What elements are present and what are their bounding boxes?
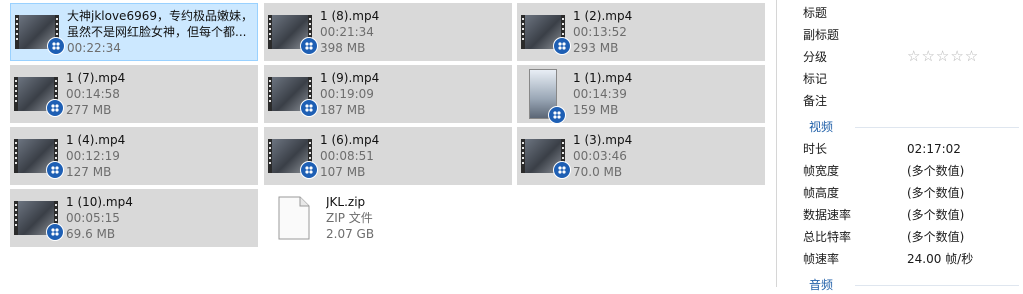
file-name: 1 (3).mp4 bbox=[573, 133, 633, 147]
file-name: 1 (8).mp4 bbox=[320, 9, 380, 23]
file-size: 187 MB bbox=[320, 103, 366, 117]
media-player-badge-icon bbox=[553, 161, 571, 179]
file-detail: 00:19:09 bbox=[320, 87, 374, 101]
file-name: 大神jklove6969，专约极品嫩妹， bbox=[67, 9, 253, 23]
file-tile[interactable]: 1 (7).mp4 00:14:58 277 MB bbox=[10, 65, 258, 123]
title-label: 标题 bbox=[803, 6, 828, 20]
video-thumbnail-icon bbox=[529, 69, 566, 124]
video-thumbnail-icon bbox=[521, 139, 571, 179]
file-detail: ZIP 文件 bbox=[326, 211, 373, 225]
file-name-continued: 虽然不是网红脸女神，但每个都... bbox=[67, 25, 247, 39]
file-name: 1 (9).mp4 bbox=[320, 71, 380, 85]
file-grid: 大神jklove6969，专约极品嫩妹， 虽然不是网红脸女神，但每个都... 00:… bbox=[0, 0, 770, 287]
video-thumbnail-icon bbox=[14, 201, 64, 241]
file-detail: 00:03:46 bbox=[573, 149, 627, 163]
rating-stars[interactable]: ☆☆☆☆☆ bbox=[907, 47, 979, 65]
property-label: 数据速率 bbox=[803, 208, 852, 222]
file-size: 69.6 MB bbox=[66, 227, 116, 241]
zip-file-icon bbox=[278, 196, 310, 240]
comments-label: 备注 bbox=[803, 94, 828, 108]
media-player-badge-icon bbox=[300, 99, 318, 117]
audio-section-rule bbox=[855, 285, 1019, 286]
file-detail: 00:21:34 bbox=[320, 25, 374, 39]
property-value: 24.00 帧/秒 bbox=[907, 252, 974, 266]
audio-section-header: 音频 bbox=[809, 278, 834, 292]
media-player-badge-icon bbox=[46, 161, 64, 179]
media-player-badge-icon bbox=[300, 37, 318, 55]
file-size: 107 MB bbox=[320, 165, 366, 179]
tags-label: 标记 bbox=[803, 72, 828, 86]
property-value: (多个数值) bbox=[907, 164, 965, 178]
media-player-badge-icon bbox=[553, 37, 571, 55]
rating-label: 分级 bbox=[803, 50, 828, 64]
property-value: (多个数值) bbox=[907, 230, 965, 244]
file-detail: 00:22:34 bbox=[67, 41, 121, 55]
file-size: 293 MB bbox=[573, 41, 619, 55]
file-detail: 00:13:52 bbox=[573, 25, 627, 39]
file-name: 1 (1).mp4 bbox=[573, 71, 633, 85]
file-name: 1 (6).mp4 bbox=[320, 133, 380, 147]
video-section-header: 视频 bbox=[809, 120, 834, 134]
file-name: 1 (4).mp4 bbox=[66, 133, 126, 147]
video-thumbnail-icon bbox=[15, 15, 65, 55]
file-name: 1 (2).mp4 bbox=[573, 9, 633, 23]
file-name: JKL.zip bbox=[326, 195, 366, 209]
file-size: 70.0 MB bbox=[573, 165, 623, 179]
property-label: 时长 bbox=[803, 142, 828, 156]
file-tile[interactable]: 1 (3).mp4 00:03:46 70.0 MB bbox=[517, 127, 765, 185]
file-tile[interactable]: 1 (2).mp4 00:13:52 293 MB bbox=[517, 3, 765, 61]
media-player-badge-icon bbox=[548, 106, 566, 124]
video-thumbnail-icon bbox=[14, 77, 64, 117]
file-size: 277 MB bbox=[66, 103, 112, 117]
file-tile[interactable]: 大神jklove6969，专约极品嫩妹， 虽然不是网红脸女神，但每个都... 00:… bbox=[10, 3, 258, 61]
property-value: (多个数值) bbox=[907, 208, 965, 222]
media-player-badge-icon bbox=[300, 161, 318, 179]
property-label: 帧速率 bbox=[803, 252, 840, 266]
file-detail: 00:12:19 bbox=[66, 149, 120, 163]
media-player-badge-icon bbox=[47, 37, 65, 55]
property-label: 总比特率 bbox=[803, 230, 852, 244]
file-tile[interactable]: 1 (8).mp4 00:21:34 398 MB bbox=[264, 3, 512, 61]
file-tile[interactable]: 1 (6).mp4 00:08:51 107 MB bbox=[264, 127, 512, 185]
file-detail: 00:14:58 bbox=[66, 87, 120, 101]
video-thumbnail-icon bbox=[14, 139, 64, 179]
details-pane: 标题 副标题 分级 ☆☆☆☆☆ 标记 备注 视频 时长 02:17:02 帧宽度 (多… bbox=[777, 0, 1023, 292]
media-player-badge-icon bbox=[46, 223, 64, 241]
file-tile[interactable]: 1 (4).mp4 00:12:19 127 MB bbox=[10, 127, 258, 185]
file-tile[interactable]: 1 (1).mp4 00:14:39 159 MB bbox=[517, 65, 765, 124]
property-label: 帧高度 bbox=[803, 186, 840, 200]
file-name: 1 (10).mp4 bbox=[66, 195, 133, 209]
file-size: 398 MB bbox=[320, 41, 366, 55]
property-value: (多个数值) bbox=[907, 186, 965, 200]
video-thumbnail-icon bbox=[268, 77, 318, 117]
file-name: 1 (7).mp4 bbox=[66, 71, 126, 85]
video-thumbnail-icon bbox=[521, 15, 571, 55]
file-size: 2.07 GB bbox=[326, 227, 375, 241]
file-detail: 00:08:51 bbox=[320, 149, 374, 163]
video-thumbnail-icon bbox=[268, 15, 318, 55]
file-tile[interactable]: JKL.zip ZIP 文件 2.07 GB bbox=[264, 189, 512, 247]
video-thumbnail-icon bbox=[268, 139, 318, 179]
file-size: 159 MB bbox=[573, 103, 619, 117]
file-tile[interactable]: 1 (10).mp4 00:05:15 69.6 MB bbox=[10, 189, 258, 247]
property-label: 帧宽度 bbox=[803, 164, 840, 178]
property-value: 02:17:02 bbox=[907, 142, 961, 156]
file-tile[interactable]: 1 (9).mp4 00:19:09 187 MB bbox=[264, 65, 512, 123]
subtitle-label: 副标题 bbox=[803, 28, 840, 42]
video-section-rule bbox=[855, 127, 1019, 128]
file-size: 127 MB bbox=[66, 165, 112, 179]
media-player-badge-icon bbox=[46, 99, 64, 117]
file-detail: 00:05:15 bbox=[66, 211, 120, 225]
file-detail: 00:14:39 bbox=[573, 87, 627, 101]
